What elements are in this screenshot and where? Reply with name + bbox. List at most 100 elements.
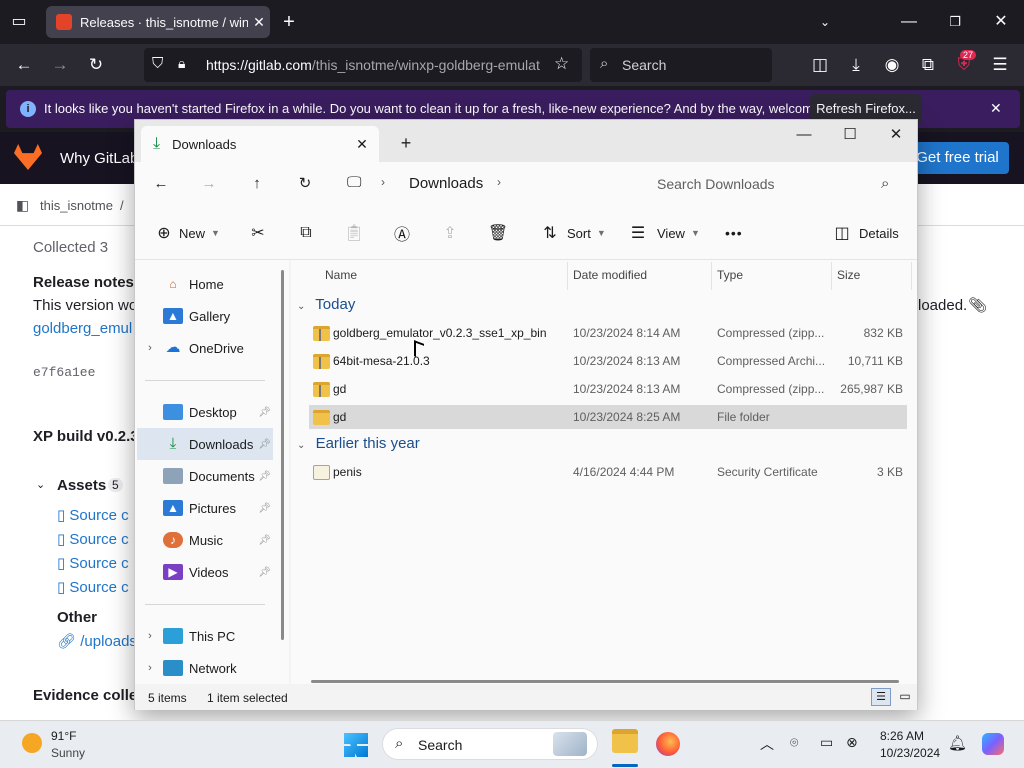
horizontal-scrollbar[interactable] [311, 680, 899, 683]
uploads-link[interactable]: 🔗︎ /uploads [57, 632, 137, 650]
minimize-icon[interactable]: — [781, 120, 827, 150]
sort-button[interactable]: ⇅ Sort ▼ [539, 220, 605, 246]
expand-chevron-icon[interactable]: › [137, 630, 163, 642]
nav-item-downloads[interactable]: ⤓ Downloads 📌︎ [137, 428, 273, 460]
close-browser-icon[interactable]: ✕ [986, 0, 1016, 44]
taskbar-search-box[interactable]: ⌕ Search [382, 728, 598, 760]
copilot-icon[interactable] [982, 733, 1004, 755]
refresh-icon[interactable]: ↻ [283, 169, 327, 199]
column-header-size[interactable]: Size [837, 268, 860, 282]
restore-browser-icon[interactable]: ❐ [940, 0, 970, 44]
account-icon[interactable]: ◉ [878, 51, 906, 79]
weather-temp[interactable]: 91°F [51, 729, 76, 743]
clock-time[interactable]: 8:26 AM [880, 729, 924, 743]
source-code-link[interactable]: ▯ Source c [57, 530, 129, 548]
get-free-trial-button[interactable]: Get free trial [906, 142, 1009, 174]
nav-item-music[interactable]: ♪ Music 📌︎ [137, 524, 273, 556]
clock-date[interactable]: 10/23/2024 [880, 746, 940, 760]
new-tab-icon[interactable]: + [383, 128, 429, 158]
nav-item-documents[interactable]: Documents 📌︎ [137, 460, 273, 492]
navigation-scrollbar[interactable] [281, 270, 284, 640]
downloads-icon[interactable]: ⤓ [842, 51, 870, 79]
notification-bell-icon[interactable]: 🔔︎ [948, 734, 967, 752]
volume-icon[interactable]: ⊗ [846, 734, 858, 751]
source-code-link[interactable]: ▯ Source c [57, 578, 129, 596]
column-header-name[interactable]: Name [325, 268, 357, 282]
gitlab-logo-icon[interactable] [14, 144, 42, 170]
nav-item-gallery[interactable]: ▲ Gallery [137, 300, 273, 332]
expand-chevron-icon[interactable]: › [137, 342, 163, 354]
source-code-link[interactable]: ▯ Source c [57, 554, 129, 572]
maximize-icon[interactable]: ☐ [827, 120, 873, 150]
search-bar[interactable]: ⌕ Search [590, 48, 772, 82]
search-downloads-input[interactable]: Search Downloads ⌕ [645, 169, 907, 199]
breadcrumb-downloads[interactable]: Downloads [409, 175, 483, 192]
chevron-right-icon[interactable]: › [381, 175, 385, 189]
more-options-button[interactable]: ••• [725, 220, 743, 246]
forward-arrow-icon[interactable]: → [187, 169, 231, 199]
view-button[interactable]: ☰ View ▼ [627, 220, 700, 246]
assets-chevron-icon[interactable]: ⌄ [36, 478, 45, 491]
chevron-up-icon[interactable]: ︿ [760, 734, 774, 754]
tab-list-icon[interactable]: ▭ [4, 0, 34, 44]
back-arrow-icon[interactable]: ← [139, 169, 183, 199]
sun-icon[interactable] [22, 733, 42, 753]
pocket-icon[interactable]: ◫ [806, 51, 834, 79]
table-row[interactable]: gd 10/23/2024 8:13 AM Compressed (zipp..… [309, 377, 907, 401]
source-code-link[interactable]: ▯ Source c [57, 506, 129, 524]
browser-tab-releases[interactable]: Releases · this_isnotme / winxp ✕ [46, 6, 270, 38]
nav-item-network[interactable]: › Network [137, 652, 273, 684]
nav-item-videos[interactable]: ▶ Videos 📌︎ [137, 556, 273, 588]
paste-button[interactable]: 📋︎ [343, 220, 365, 246]
why-gitlab-link[interactable]: Why GitLab [60, 150, 138, 167]
url-bar[interactable]: ⛉ 🔒︎ https://gitlab.com/this_isnotme/win… [144, 48, 582, 82]
bookmark-star-icon[interactable]: ☆ [554, 54, 569, 74]
commit-hash[interactable]: e7f6a1ee [33, 365, 95, 380]
cut-button[interactable]: ✂ [247, 220, 269, 246]
forward-arrow-icon[interactable]: → [46, 51, 74, 79]
explorer-tab-downloads[interactable]: ⤓ Downloads ✕ [141, 126, 379, 162]
group-header-earlier-this-year[interactable]: ⌄ Earlier this year [297, 435, 420, 452]
tiles-view-icon[interactable]: ▭ [895, 688, 915, 706]
shield-icon[interactable]: ⛉ [152, 55, 163, 72]
share-button[interactable]: ⇪ [439, 220, 461, 246]
close-tab-icon[interactable]: ✕ [248, 14, 270, 31]
breadcrumb-user[interactable]: this_isnotme [40, 198, 113, 213]
reload-icon[interactable]: ↻ [82, 51, 110, 79]
menu-icon[interactable]: ☰ [986, 51, 1014, 79]
column-header-type[interactable]: Type [717, 268, 743, 282]
nav-item-home[interactable]: ⌂ Home [137, 268, 273, 300]
table-row[interactable]: penis 4/16/2024 4:44 PM Security Certifi… [309, 460, 907, 484]
goldberg-link[interactable]: goldberg_emul [33, 320, 132, 337]
details-view-icon[interactable]: ☰ [871, 688, 891, 706]
windows-start-icon[interactable] [344, 733, 368, 757]
copy-button[interactable]: ⧉ [295, 220, 317, 246]
sidebar-toggle-icon[interactable]: ◧ [16, 197, 29, 214]
chevron-right-icon[interactable]: › [497, 175, 501, 189]
file-explorer-taskbar-icon[interactable] [612, 729, 638, 753]
extensions-icon[interactable]: ⧉ [914, 51, 942, 79]
close-window-icon[interactable]: ✕ [873, 120, 919, 150]
new-tab-icon[interactable]: + [274, 0, 304, 44]
up-arrow-icon[interactable]: ↑ [235, 169, 279, 199]
expand-chevron-icon[interactable]: › [137, 662, 163, 674]
nav-item-pictures[interactable]: ▲ Pictures 📌︎ [137, 492, 273, 524]
close-tab-icon[interactable]: ✕ [345, 136, 379, 153]
nav-item-desktop[interactable]: Desktop 📌︎ [137, 396, 273, 428]
back-arrow-icon[interactable]: ← [10, 51, 38, 79]
lock-icon[interactable]: 🔒︎ [178, 55, 185, 72]
new-button[interactable]: ⊕ New ▼ [153, 220, 220, 246]
minimize-browser-icon[interactable]: — [894, 0, 924, 44]
column-header-date[interactable]: Date modified [573, 268, 647, 282]
display-icon[interactable]: ▭ [820, 734, 833, 751]
close-notification-icon[interactable]: ✕ [990, 100, 1002, 117]
nav-item-onedrive[interactable]: › ☁ OneDrive [137, 332, 273, 364]
breadcrumb[interactable]: 🖵︎ › Downloads › [337, 169, 629, 199]
group-header-today[interactable]: ⌄ Today [297, 296, 355, 313]
rename-button[interactable]: Ⓐ [391, 220, 413, 246]
nav-item-this-pc[interactable]: › This PC [137, 620, 273, 652]
table-row[interactable]: goldberg_emulator_v0.2.3_sse1_xp_bin 10/… [309, 321, 907, 345]
table-row-selected[interactable]: gd 10/23/2024 8:25 AM File folder [309, 405, 907, 429]
firefox-taskbar-icon[interactable] [656, 732, 680, 756]
delete-button[interactable]: 🗑︎ [487, 220, 509, 246]
